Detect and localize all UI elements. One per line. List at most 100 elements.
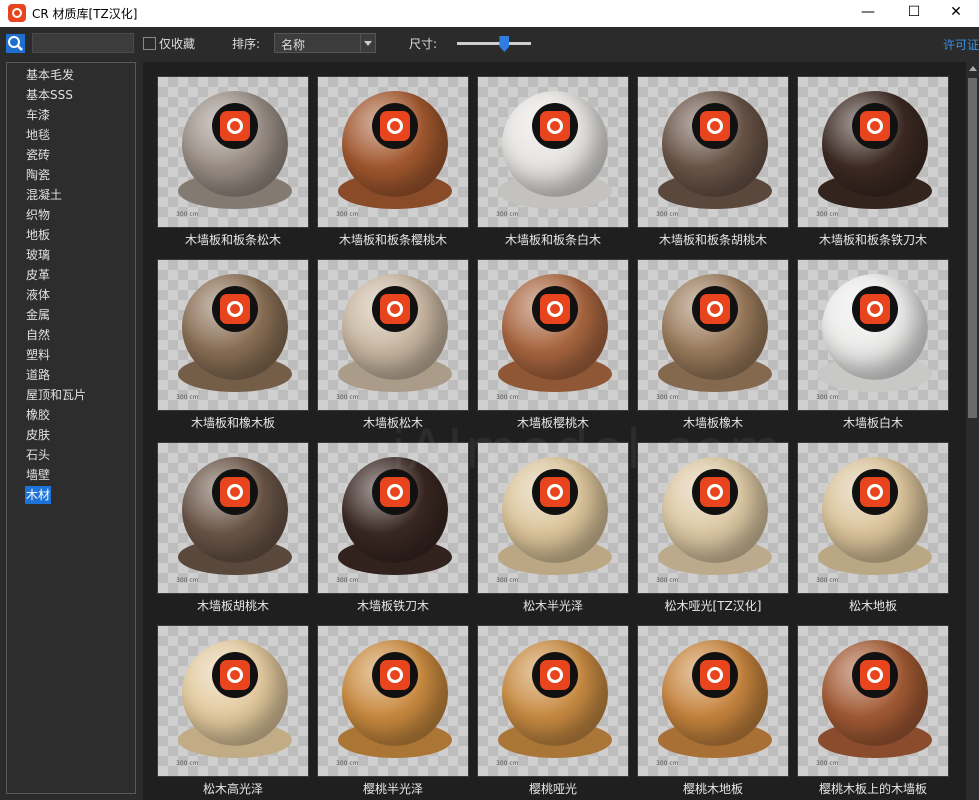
material-preview[interactable]: 300 cm [797,625,949,777]
material-tile[interactable]: 300 cm 木墙板和板条樱桃木 [317,76,469,253]
material-preview[interactable]: 300 cm [157,442,309,594]
material-tile[interactable]: 300 cm 木墙板铁刀木 [317,442,469,619]
material-tile[interactable]: 300 cm 木墙板樱桃木 [477,259,629,436]
category-item[interactable]: 皮革 [25,266,51,284]
license-link[interactable]: 许可证 [943,36,979,53]
material-name: 木墙板和板条松木 [184,233,281,247]
material-tile[interactable]: 300 cm 木墙板和板条胡桃木 [637,76,789,253]
slider-thumb[interactable] [499,36,510,52]
material-name: 木墙板橡木 [682,416,743,430]
search-input[interactable] [32,33,134,53]
search-icon[interactable] [6,34,25,53]
close-button[interactable]: ✕ [933,0,979,27]
favorites-only-checkbox[interactable] [143,37,156,50]
material-tile[interactable]: 300 cm 樱桃木板上的木墙板 [797,625,949,800]
material-tile[interactable]: 300 cm 樱桃半光泽 [317,625,469,800]
material-preview[interactable]: 300 cm [317,76,469,228]
renderer-logo-icon [380,477,410,507]
renderer-logo-icon [860,477,890,507]
category-item[interactable]: 塑料 [25,346,51,364]
category-item[interactable]: 道路 [25,366,51,384]
window-title: CR 材质库[TZ汉化] [32,7,138,21]
slider-track[interactable] [457,42,531,45]
scale-text: 300 cm [656,211,679,218]
material-tile[interactable]: 300 cm 木墙板和板条白木 [477,76,629,253]
material-tile[interactable]: 300 cm 木墙板和板条松木 [157,76,309,253]
category-item[interactable]: 自然 [25,326,51,344]
material-name: 樱桃半光泽 [362,782,423,796]
category-item[interactable]: 液体 [25,286,51,304]
renderer-logo-icon [220,660,250,690]
material-preview[interactable]: 300 cm [637,259,789,411]
thumbnail-size-slider[interactable] [457,36,531,52]
maximize-button[interactable]: ☐ [891,0,937,27]
category-item[interactable]: 皮肤 [25,426,51,444]
category-item[interactable]: 屋顶和瓦片 [25,386,87,404]
category-item[interactable]: 车漆 [25,106,51,124]
category-item[interactable]: 橡胶 [25,406,51,424]
sort-dropdown[interactable]: 名称 [274,33,376,53]
vertical-scrollbar[interactable] [966,62,979,800]
renderer-logo-icon [380,111,410,141]
scroll-up-icon[interactable] [969,66,977,71]
minimize-button[interactable]: — [845,0,891,27]
category-item[interactable]: 陶瓷 [25,166,51,184]
category-item[interactable]: 墙壁 [25,466,51,484]
material-preview[interactable]: 300 cm [157,625,309,777]
renderer-logo-icon [220,111,250,141]
material-preview[interactable]: 300 cm [637,625,789,777]
material-name: 木墙板铁刀木 [356,599,429,613]
material-tile[interactable]: 300 cm 木墙板橡木 [637,259,789,436]
category-item[interactable]: 玻璃 [25,246,51,264]
scale-text: 300 cm [496,577,519,584]
chevron-down-icon[interactable] [360,34,375,52]
material-preview[interactable]: 300 cm [157,76,309,228]
material-tile[interactable]: 300 cm 樱桃木地板 [637,625,789,800]
material-tile[interactable]: 300 cm 木墙板松木 [317,259,469,436]
material-tile[interactable]: 300 cm 木墙板胡桃木 [157,442,309,619]
material-tile[interactable]: 300 cm 木墙板白木 [797,259,949,436]
material-preview[interactable]: 300 cm [317,442,469,594]
material-name: 樱桃木板上的木墙板 [818,782,927,796]
material-preview[interactable]: 300 cm [477,259,629,411]
category-item[interactable]: 地毯 [25,126,51,144]
material-preview[interactable]: 300 cm [157,259,309,411]
material-preview[interactable]: 300 cm [797,442,949,594]
material-preview[interactable]: 300 cm [317,259,469,411]
category-item[interactable]: 织物 [25,206,51,224]
material-name: 松木高光泽 [202,782,263,796]
category-item[interactable]: 木材 [25,486,52,504]
scale-text: 300 cm [496,760,519,767]
material-preview[interactable]: 300 cm [797,76,949,228]
category-item[interactable]: 金属 [25,306,51,324]
material-preview[interactable]: 300 cm [477,442,629,594]
material-tile[interactable]: 300 cm 松木高光泽 [157,625,309,800]
material-tile[interactable]: 300 cm 松木哑光[TZ汉化] [637,442,789,619]
material-name: 松木地板 [848,599,897,613]
material-tile[interactable]: 300 cm 松木半光泽 [477,442,629,619]
renderer-logo-icon [700,294,730,324]
renderer-logo-icon [860,660,890,690]
category-item[interactable]: 瓷砖 [25,146,51,164]
material-tile[interactable]: 300 cm 木墙板和橡木板 [157,259,309,436]
material-preview[interactable]: 300 cm [477,625,629,777]
material-tile[interactable]: 300 cm 木墙板和板条铁刀木 [797,76,949,253]
category-item[interactable]: 混凝土 [25,186,63,204]
renderer-logo-icon [220,294,250,324]
sort-selected-value: 名称 [281,38,306,52]
material-tile[interactable]: 300 cm 樱桃哑光 [477,625,629,800]
material-preview[interactable]: 300 cm [317,625,469,777]
material-preview[interactable]: 300 cm [637,442,789,594]
category-item[interactable]: 石头 [25,446,51,464]
material-tile[interactable]: 300 cm 松木地板 [797,442,949,619]
category-item[interactable]: 基本毛发 [25,66,75,84]
scroll-thumb[interactable] [968,78,977,418]
scale-text: 300 cm [336,211,359,218]
material-preview[interactable]: 300 cm [637,76,789,228]
category-item[interactable]: 地板 [25,226,51,244]
category-item[interactable]: 基本SSS [25,86,74,104]
scale-text: 300 cm [176,211,199,218]
sort-label: 排序: [232,37,261,51]
material-preview[interactable]: 300 cm [797,259,949,411]
material-preview[interactable]: 300 cm [477,76,629,228]
